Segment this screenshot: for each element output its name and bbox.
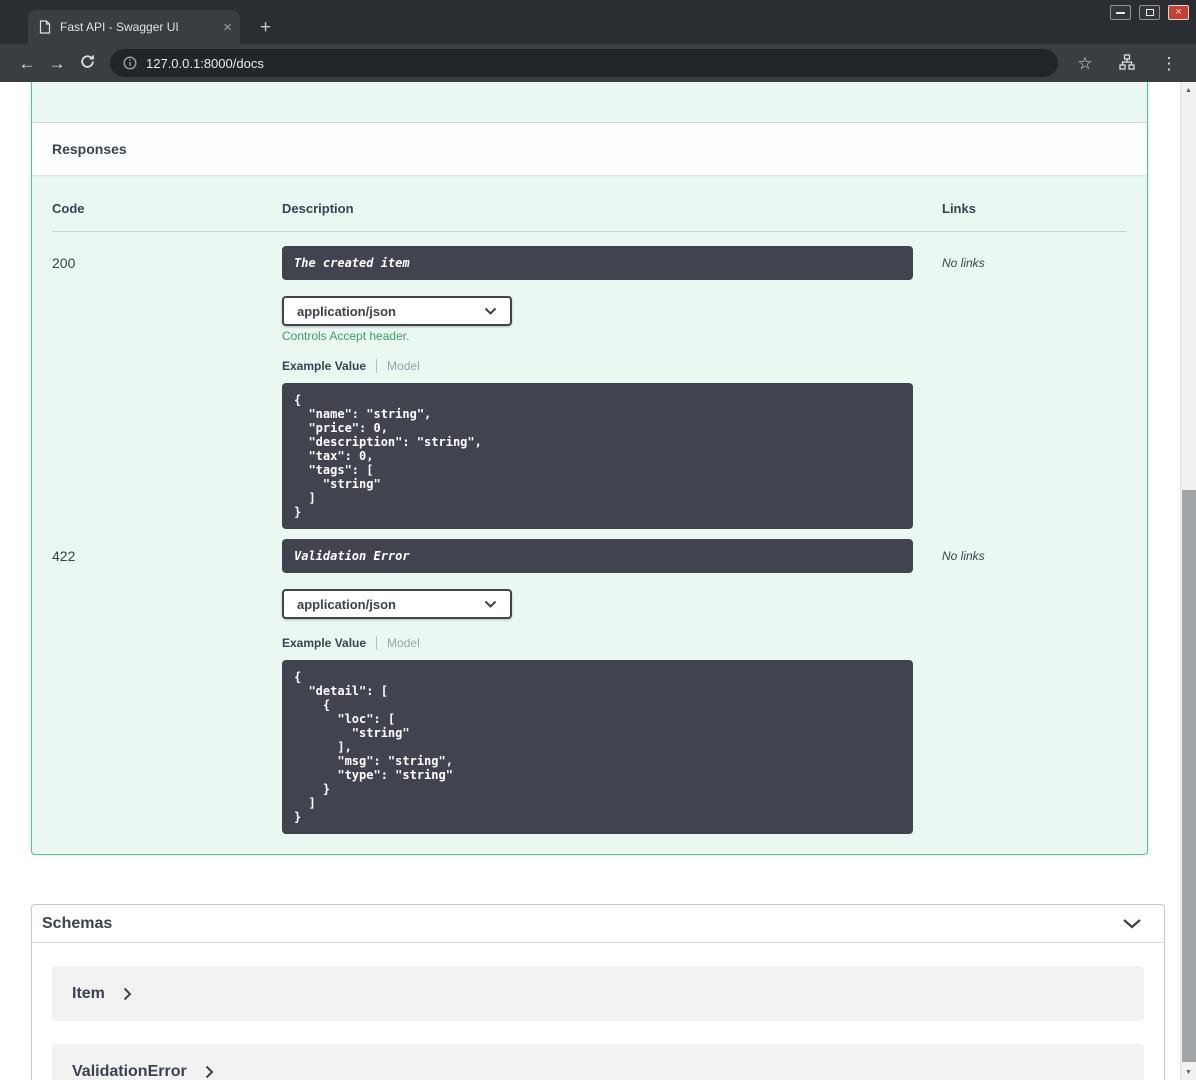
tab-model[interactable]: Model <box>387 636 420 650</box>
new-tab-button[interactable]: + <box>260 18 271 37</box>
post-operation-block: Responses Code Description Links 200 The… <box>31 82 1148 855</box>
scrollbar[interactable]: ▲ ▼ <box>1180 82 1196 1080</box>
sitemap-icon <box>1119 53 1135 70</box>
media-type-value: application/json <box>297 596 396 612</box>
responses-table: Code Description Links 200 The created i… <box>32 175 1147 854</box>
scroll-down-button[interactable]: ▼ <box>1181 1064 1196 1080</box>
schema-name: ValidationError <box>72 1062 187 1080</box>
chevron-right-icon <box>123 987 132 1000</box>
tab-model[interactable]: Model <box>387 359 420 373</box>
browser-titlebar: Fast API - Swagger UI × + × <box>0 0 1196 44</box>
example-json-block: { "name": "string", "price": 0, "descrip… <box>282 383 913 529</box>
response-description-cell: The created item application/json Contro… <box>282 246 913 529</box>
response-code: 422 <box>52 548 76 564</box>
header-description: Description <box>282 201 354 216</box>
window-controls: × <box>1110 5 1189 20</box>
page-content: Responses Code Description Links 200 The… <box>0 82 1196 1080</box>
maximize-button[interactable] <box>1139 5 1160 20</box>
tab-example-value[interactable]: Example Value <box>282 359 366 373</box>
schemas-title: Schemas <box>42 914 113 932</box>
chevron-down-icon[interactable] <box>1122 918 1142 929</box>
back-button[interactable]: ← <box>12 55 42 72</box>
schema-name: Item <box>72 984 105 1002</box>
media-type-select[interactable]: application/json <box>282 296 512 326</box>
response-links: No links <box>942 256 985 270</box>
reload-icon <box>80 54 94 68</box>
scrollbar-thumb[interactable] <box>1182 490 1196 1062</box>
accept-header-note: Controls Accept header. <box>282 329 410 343</box>
extensions-icon[interactable] <box>1112 53 1142 73</box>
example-json-block: { "detail": [ { "loc": [ "string" ], "ms… <box>282 660 913 834</box>
responses-title: Responses <box>52 141 127 157</box>
scroll-up-button[interactable]: ▲ <box>1181 82 1196 98</box>
chevron-right-icon <box>205 1065 214 1078</box>
responses-table-header: Code Description Links <box>52 175 1127 232</box>
close-icon: × <box>1175 6 1182 18</box>
schema-validationerror-row[interactable]: ValidationError <box>52 1044 1144 1080</box>
example-model-tabs: Example Value Model <box>282 635 913 650</box>
navbar-actions: ☆ ⋮ <box>1070 53 1184 73</box>
response-description-cell: Validation Error application/json Exampl… <box>282 539 913 834</box>
chevron-down-icon <box>484 600 497 608</box>
chevron-down-icon <box>484 307 497 315</box>
header-code: Code <box>52 201 85 216</box>
tab-close-icon[interactable]: × <box>223 20 232 35</box>
minimize-button[interactable] <box>1110 5 1131 20</box>
header-links: Links <box>942 201 976 216</box>
example-model-tabs: Example Value Model <box>282 358 913 373</box>
media-type-value: application/json <box>297 303 396 319</box>
tab-title: Fast API - Swagger UI <box>60 20 179 34</box>
media-type-select[interactable]: application/json <box>282 589 512 619</box>
responses-header: Responses <box>32 123 1147 175</box>
browser-menu-button[interactable]: ⋮ <box>1154 55 1184 72</box>
reload-button[interactable] <box>72 53 102 73</box>
response-code: 200 <box>52 255 76 271</box>
minimize-icon <box>1116 11 1125 14</box>
site-info-icon[interactable] <box>123 56 137 70</box>
tab-example-value[interactable]: Example Value <box>282 636 366 650</box>
maximize-icon <box>1145 9 1154 16</box>
schemas-header[interactable]: Schemas <box>32 905 1164 943</box>
schemas-section: Schemas Item ValidationError <box>31 904 1165 1080</box>
url-text: 127.0.0.1:8000/docs <box>146 55 264 71</box>
forward-button[interactable]: → <box>42 55 72 72</box>
operation-block-spacer <box>32 82 1147 123</box>
close-button[interactable]: × <box>1168 5 1189 20</box>
response-row-200: 200 The created item application/json Co… <box>52 232 1127 529</box>
response-description: Validation Error <box>282 539 913 573</box>
response-description: The created item <box>282 246 913 280</box>
schema-item-row[interactable]: Item <box>52 966 1144 1021</box>
tab-separator <box>376 358 378 373</box>
response-links: No links <box>942 549 985 563</box>
page-favicon-icon <box>39 20 51 34</box>
browser-tab[interactable]: Fast API - Swagger UI × <box>28 10 240 44</box>
response-row-422: 422 Validation Error application/json Ex… <box>52 529 1127 834</box>
address-bar[interactable]: 127.0.0.1:8000/docs <box>110 49 1058 77</box>
browser-navbar: ← → 127.0.0.1:8000/docs ☆ ⋮ <box>0 44 1196 82</box>
schemas-body: Item ValidationError <box>32 943 1164 1080</box>
bookmark-star-button[interactable]: ☆ <box>1070 55 1100 72</box>
tab-separator <box>376 635 378 650</box>
